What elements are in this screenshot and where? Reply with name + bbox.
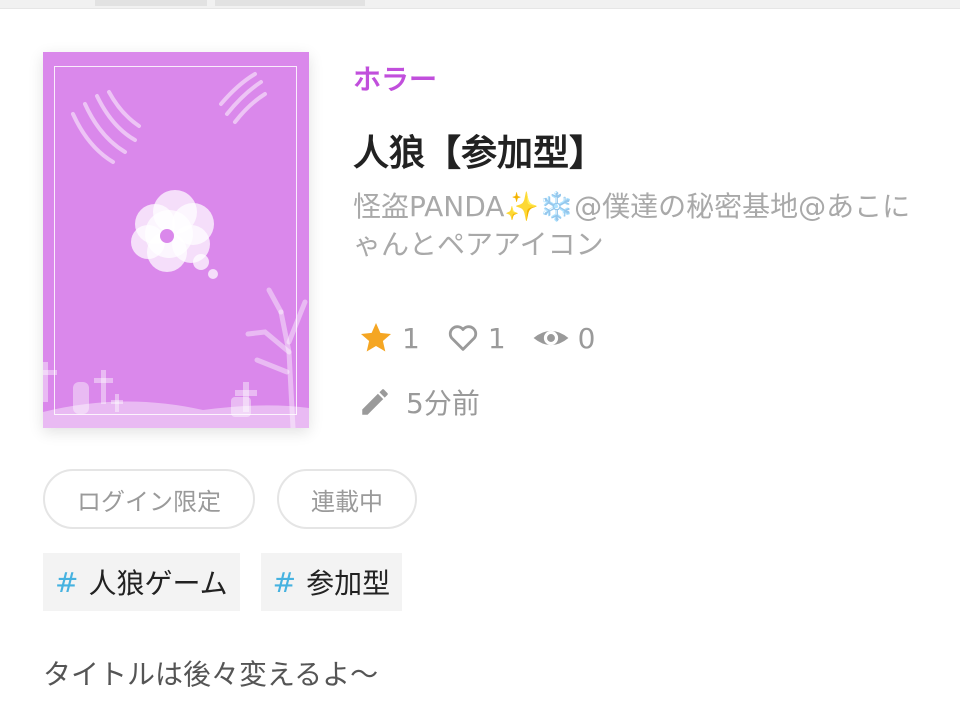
view-count: 0 (577, 321, 596, 355)
hashtag-icon: # (272, 565, 297, 599)
tab-segment[interactable] (215, 0, 365, 6)
updated-time: 5分前 (406, 387, 480, 420)
stats-row: 1 1 0 (358, 318, 621, 358)
claw-marks-icon (71, 72, 267, 164)
cover-illustration (43, 72, 309, 428)
work-description: タイトルは後々変えるよ〜 (43, 658, 379, 691)
like-stat: 1 (446, 321, 506, 355)
cover-image[interactable] (43, 52, 309, 428)
work-title[interactable]: 人狼【参加型】 (353, 124, 605, 176)
tag-werewolf-game[interactable]: # 人狼ゲーム (43, 553, 240, 611)
view-stat: 0 (532, 319, 596, 357)
pencil-icon (362, 389, 388, 415)
login-only-badge: ログイン限定 (43, 469, 255, 529)
tag-label: 参加型 (306, 567, 391, 600)
genre-label[interactable]: ホラー (353, 58, 437, 98)
bubble-dot (160, 229, 174, 243)
tag-participation[interactable]: # 参加型 (260, 553, 403, 611)
eye-icon (533, 330, 569, 346)
thought-bubble-icon (131, 190, 218, 279)
graveyard-icon (43, 362, 309, 428)
top-tab-bar (0, 0, 960, 9)
hashtag-icon: # (55, 565, 79, 599)
star-stat: 1 (358, 320, 420, 356)
updated-row: 5分前 (358, 382, 480, 422)
tag-label: 人狼ゲーム (88, 567, 228, 600)
tab-segment[interactable] (95, 0, 207, 6)
tag-list: # 人狼ゲーム # 参加型 (43, 553, 423, 611)
author-name[interactable]: 怪盗PANDA✨❄️@僕達の秘密基地@あこにゃんとペアアイコン (353, 188, 928, 264)
star-icon (361, 323, 391, 352)
serializing-badge: 連載中 (277, 469, 417, 529)
star-count: 1 (402, 321, 420, 355)
badge-list: ログイン限定 連載中 (43, 469, 439, 529)
heart-icon (448, 325, 477, 351)
like-count: 1 (487, 321, 506, 355)
